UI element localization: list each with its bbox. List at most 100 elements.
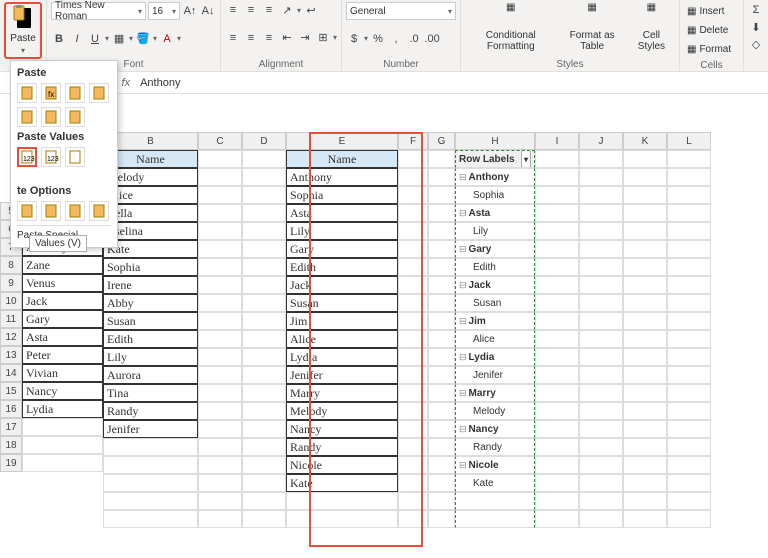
cell-K10[interactable]	[623, 312, 667, 330]
cell-A17[interactable]	[22, 418, 103, 436]
cell-L9[interactable]	[667, 294, 711, 312]
cell-G1[interactable]	[428, 150, 455, 168]
italic-button[interactable]: I	[69, 31, 85, 47]
cell-F6[interactable]	[398, 240, 428, 258]
cell-D4[interactable]	[242, 204, 286, 222]
cell-D12[interactable]	[242, 348, 286, 366]
paste-formatting-icon[interactable]	[17, 201, 37, 221]
cell-F11[interactable]	[398, 330, 428, 348]
cell-E9[interactable]: Susan	[286, 294, 398, 312]
cell-K4[interactable]	[623, 204, 667, 222]
cell-K16[interactable]	[623, 420, 667, 438]
cell-I20[interactable]	[535, 492, 579, 510]
conditional-formatting-button[interactable]: ▦Conditional Formatting	[465, 0, 556, 54]
cell-E18[interactable]: Nicole	[286, 456, 398, 474]
percent-button[interactable]: %	[370, 31, 386, 47]
cell-E20[interactable]	[286, 492, 398, 510]
font-size-select[interactable]: 16▾	[148, 2, 180, 20]
cell-E3[interactable]: Sophia	[286, 186, 398, 204]
cell-J4[interactable]	[579, 204, 623, 222]
col-header-K[interactable]: K	[623, 132, 667, 150]
cell-K18[interactable]	[623, 456, 667, 474]
cell-B15[interactable]: Randy	[103, 402, 198, 420]
cell-H14[interactable]: ⊟Marry	[455, 384, 535, 402]
col-header-I[interactable]: I	[535, 132, 579, 150]
cell-J9[interactable]	[579, 294, 623, 312]
cell-K6[interactable]	[623, 240, 667, 258]
indent-left-button[interactable]: ⇤	[279, 30, 295, 46]
cell-J20[interactable]	[579, 492, 623, 510]
cell-D20[interactable]	[242, 492, 286, 510]
cell-B17[interactable]	[103, 438, 198, 456]
cell-G13[interactable]	[428, 366, 455, 384]
cell-D11[interactable]	[242, 330, 286, 348]
paste-link-icon[interactable]	[41, 201, 61, 221]
cell-E10[interactable]: Jim	[286, 312, 398, 330]
cell-E2[interactable]: Anthony	[286, 168, 398, 186]
col-header-D[interactable]: D	[242, 132, 286, 150]
cell-G7[interactable]	[428, 258, 455, 276]
cell-C3[interactable]	[198, 186, 242, 204]
row-header-13[interactable]: 13	[0, 346, 22, 364]
cell-L3[interactable]	[667, 186, 711, 204]
bold-button[interactable]: B	[51, 31, 67, 47]
row-header-12[interactable]: 12	[0, 328, 22, 346]
cell-B16[interactable]: Jenifer	[103, 420, 198, 438]
cell-G4[interactable]	[428, 204, 455, 222]
cell-H11[interactable]: Alice	[455, 330, 535, 348]
cell-H20[interactable]	[455, 492, 535, 510]
cell-L7[interactable]	[667, 258, 711, 276]
row-header-8[interactable]: 8	[0, 256, 22, 274]
cell-J13[interactable]	[579, 366, 623, 384]
cell-E12[interactable]: Lydia	[286, 348, 398, 366]
cell-B10[interactable]: Susan	[103, 312, 198, 330]
row-header-15[interactable]: 15	[0, 382, 22, 400]
cell-K2[interactable]	[623, 168, 667, 186]
cell-K5[interactable]	[623, 222, 667, 240]
cell-C12[interactable]	[198, 348, 242, 366]
pivot-filter-caret[interactable]: ▾	[521, 150, 531, 168]
cell-H13[interactable]: Jenifer	[455, 366, 535, 384]
cell-D2[interactable]	[242, 168, 286, 186]
cell-F19[interactable]	[398, 474, 428, 492]
cell-B21[interactable]	[103, 510, 198, 528]
align-middle-button[interactable]: ≡	[243, 2, 259, 18]
cell-I18[interactable]	[535, 456, 579, 474]
cell-K12[interactable]	[623, 348, 667, 366]
cell-A8[interactable]: Zane	[22, 256, 103, 274]
cell-L15[interactable]	[667, 402, 711, 420]
cell-C19[interactable]	[198, 474, 242, 492]
cell-L11[interactable]	[667, 330, 711, 348]
cell-C9[interactable]	[198, 294, 242, 312]
cell-B9[interactable]: Abby	[103, 294, 198, 312]
cell-J1[interactable]	[579, 150, 623, 168]
cell-D18[interactable]	[242, 456, 286, 474]
cell-G11[interactable]	[428, 330, 455, 348]
cell-K21[interactable]	[623, 510, 667, 528]
cell-C5[interactable]	[198, 222, 242, 240]
cell-I21[interactable]	[535, 510, 579, 528]
cell-G2[interactable]	[428, 168, 455, 186]
comma-button[interactable]: ,	[388, 31, 404, 47]
cell-G20[interactable]	[428, 492, 455, 510]
underline-button[interactable]: U	[87, 31, 103, 47]
cell-B13[interactable]: Aurora	[103, 366, 198, 384]
cell-B20[interactable]	[103, 492, 198, 510]
cell-K13[interactable]	[623, 366, 667, 384]
cell-E15[interactable]: Melody	[286, 402, 398, 420]
cell-F15[interactable]	[398, 402, 428, 420]
cell-H15[interactable]: Melody	[455, 402, 535, 420]
cell-C10[interactable]	[198, 312, 242, 330]
cell-D7[interactable]	[242, 258, 286, 276]
cell-L19[interactable]	[667, 474, 711, 492]
cell-A12[interactable]: Asta	[22, 328, 103, 346]
cell-C7[interactable]	[198, 258, 242, 276]
cell-K19[interactable]	[623, 474, 667, 492]
cell-I17[interactable]	[535, 438, 579, 456]
row-header-18[interactable]: 18	[0, 436, 22, 454]
cell-G3[interactable]	[428, 186, 455, 204]
cell-I11[interactable]	[535, 330, 579, 348]
cell-J10[interactable]	[579, 312, 623, 330]
cell-I12[interactable]	[535, 348, 579, 366]
cell-A9[interactable]: Venus	[22, 274, 103, 292]
